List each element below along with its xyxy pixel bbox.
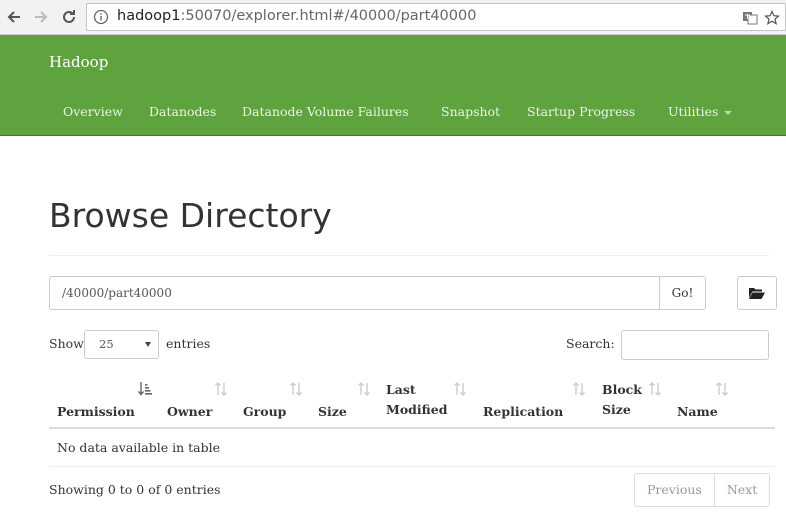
reload-icon[interactable] [58, 6, 80, 28]
header-line2: Owner [167, 404, 213, 419]
header-line1 [243, 382, 286, 402]
column-header-last-modified[interactable]: Last Modified [386, 380, 447, 420]
column-header-owner[interactable]: Owner [167, 382, 212, 422]
directory-path-input[interactable] [49, 276, 660, 310]
page-title: Browse Directory [49, 196, 332, 235]
sort-icon[interactable] [453, 381, 467, 397]
header-line2: Size [318, 404, 347, 419]
sort-icon[interactable] [289, 381, 303, 397]
translate-icon[interactable] [741, 9, 759, 27]
dropdown-arrow-icon [145, 342, 151, 347]
empty-table-message: No data available in table [57, 440, 221, 455]
sort-icon[interactable] [214, 381, 228, 397]
table-row-divider [49, 466, 775, 467]
address-bar[interactable]: hadoop1:50070/explorer.html#/40000/part4… [86, 3, 786, 31]
nav-overview[interactable]: Overview [63, 104, 123, 119]
nav-datanodes[interactable]: Datanodes [149, 104, 216, 119]
header-line2: Replication [483, 404, 564, 419]
search-label: Search: [566, 336, 615, 351]
header-line2: Modified [386, 402, 448, 417]
header-line2: Permission [57, 404, 135, 419]
title-divider [49, 255, 769, 256]
entries-label: entries [166, 336, 211, 351]
url-text: hadoop1:50070/explorer.html#/40000/part4… [117, 8, 477, 24]
column-header-size[interactable]: Size [318, 382, 347, 422]
header-line1 [677, 382, 718, 402]
header-line2: Size [602, 402, 631, 417]
search-input[interactable] [621, 330, 769, 360]
folder-open-icon [749, 288, 765, 299]
show-label: Show [49, 336, 84, 351]
info-icon[interactable] [93, 9, 109, 25]
brand-link[interactable]: Hadoop [49, 53, 108, 71]
column-header-group[interactable]: Group [243, 382, 286, 422]
open-folder-button[interactable] [737, 276, 777, 310]
browser-toolbar: hadoop1:50070/explorer.html#/40000/part4… [0, 0, 786, 35]
top-navbar: Hadoop Overview Datanodes Datanode Volum… [0, 35, 786, 136]
pagination: Previous Next [634, 473, 771, 507]
back-icon[interactable] [3, 6, 25, 28]
header-line2: Name [677, 404, 718, 419]
sort-icon[interactable] [648, 381, 662, 397]
table-header-divider [49, 427, 775, 429]
nav-utilities-label: Utilities [668, 104, 719, 119]
nav-snapshot[interactable]: Snapshot [441, 104, 500, 119]
sort-icon[interactable] [715, 381, 729, 397]
forward-icon[interactable] [30, 6, 52, 28]
header-line1 [57, 382, 135, 402]
go-button[interactable]: Go! [659, 276, 706, 310]
header-line1 [318, 382, 347, 402]
entries-per-page-select[interactable]: 25 [84, 330, 159, 359]
header-line1: Last [386, 382, 416, 397]
sort-ascending-icon[interactable] [138, 381, 152, 397]
next-button[interactable]: Next [713, 474, 769, 506]
header-line1 [167, 382, 212, 402]
column-header-replication[interactable]: Replication [483, 382, 563, 422]
column-header-name[interactable]: Name [677, 382, 718, 422]
previous-button[interactable]: Previous [635, 474, 714, 506]
entries-select-value: 25 [99, 337, 114, 351]
header-line1 [483, 382, 563, 402]
caret-down-icon [724, 110, 733, 115]
nav-utilities[interactable]: Utilities [668, 104, 733, 119]
header-line2: Group [243, 404, 287, 419]
sort-icon[interactable] [572, 381, 586, 397]
table-info: Showing 0 to 0 of 0 entries [49, 482, 221, 497]
nav-datanode-volume-failures[interactable]: Datanode Volume Failures [242, 104, 409, 119]
column-header-block-size[interactable]: Block Size [602, 380, 642, 420]
nav-startup-progress[interactable]: Startup Progress [527, 104, 635, 119]
header-line1: Block [602, 382, 642, 397]
column-header-permission[interactable]: Permission [57, 382, 135, 422]
star-icon[interactable] [763, 9, 781, 27]
sort-icon[interactable] [357, 381, 371, 397]
